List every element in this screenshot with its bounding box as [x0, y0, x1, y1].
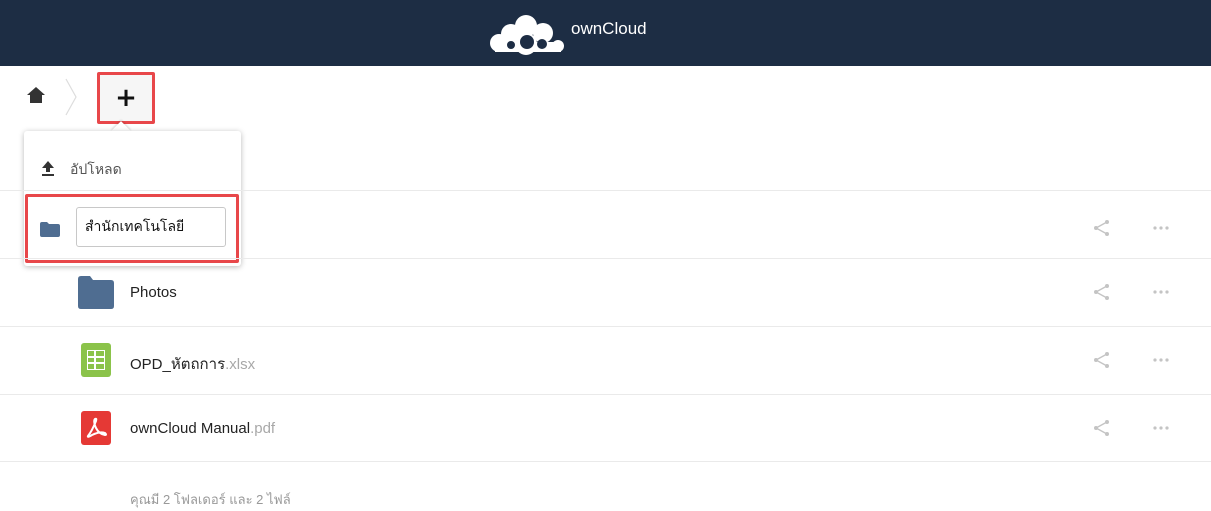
share-icon[interactable]	[1093, 351, 1111, 369]
share-icon[interactable]	[1093, 419, 1111, 437]
file-summary: คุณมี 2 โฟลเดอร์ และ 2 ไฟล์	[130, 492, 291, 507]
file-row[interactable]: OPD_หัตถการ.xlsx	[0, 328, 1211, 395]
pdf-icon	[81, 411, 111, 445]
plus-icon: +	[115, 83, 137, 113]
upload-icon	[42, 161, 54, 176]
brand-name: ownCloud	[571, 19, 647, 38]
upload-label: อัปโหลด	[70, 161, 122, 177]
home-icon[interactable]	[26, 86, 46, 104]
more-icon[interactable]	[1149, 419, 1173, 437]
divider	[0, 461, 1211, 462]
divider	[0, 258, 1211, 259]
divider	[0, 326, 1211, 327]
file-row[interactable]: Photos	[0, 260, 1211, 327]
file-row[interactable]: ownCloud Manual.pdf	[0, 396, 1211, 463]
share-icon[interactable]	[1093, 283, 1111, 301]
spreadsheet-icon	[81, 343, 111, 377]
folder-name-input[interactable]	[76, 207, 226, 247]
divider	[0, 394, 1211, 395]
file-name[interactable]: Photos	[130, 284, 177, 301]
owncloud-logo-icon[interactable]	[481, 12, 571, 56]
folder-icon	[40, 222, 60, 237]
more-icon[interactable]	[1149, 219, 1173, 237]
divider	[0, 190, 1211, 191]
upload-menu-item[interactable]: อัปโหลด	[24, 149, 241, 189]
file-name[interactable]: ownCloud Manual.pdf	[130, 420, 275, 437]
folder-icon	[78, 276, 114, 309]
more-icon[interactable]	[1149, 351, 1173, 369]
share-icon[interactable]	[1093, 219, 1111, 237]
breadcrumb-separator	[65, 78, 77, 116]
top-bar: ownCloud	[0, 0, 1211, 66]
more-icon[interactable]	[1149, 283, 1173, 301]
file-name[interactable]: OPD_หัตถการ.xlsx	[130, 352, 255, 376]
new-button[interactable]: +	[97, 72, 155, 124]
